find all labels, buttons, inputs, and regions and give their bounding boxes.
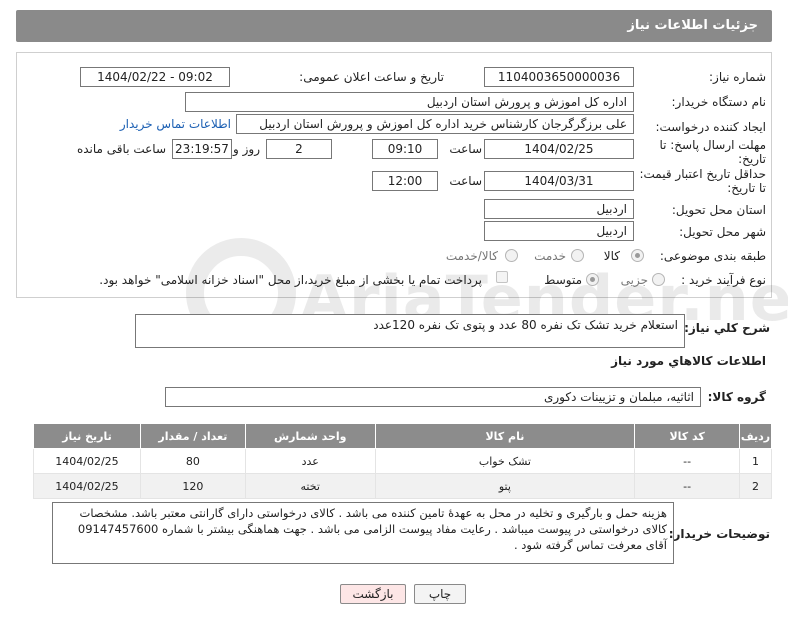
deadline-time-field: 09:10 (372, 139, 438, 159)
process-option-medium: متوسط (544, 273, 582, 287)
category-option-service: خدمت (534, 249, 566, 263)
process-radio-partial[interactable] (652, 273, 665, 286)
deadline-date-field: 1404/02/25 (484, 139, 634, 159)
goods-group-label: گروه کالا: (707, 390, 766, 404)
cell-goods-code: -- (634, 448, 741, 474)
page-title: جزئیات اطلاعات نیاز (627, 18, 758, 33)
process-radio-medium[interactable] (586, 273, 599, 286)
days-remaining-field: 2 (266, 139, 332, 159)
deadline-time-label: ساعت (449, 142, 482, 156)
need-number-field: 1104003650000036 (484, 67, 634, 87)
col-unit: واحد شمارش (244, 423, 376, 449)
need-number-label: شماره نیاز: (709, 70, 766, 84)
print-button[interactable]: چاپ (414, 584, 466, 604)
table-row: 1 -- تشک خواب عدد 80 1404/02/25 (33, 448, 772, 474)
province-label: استان محل تحویل: (671, 203, 766, 217)
col-goods-code: کد کالا (634, 423, 741, 449)
category-option-goods-service: کالا/خدمت (445, 249, 498, 263)
days-label: روز و (233, 142, 260, 156)
requester-field: علی برزگرگرجان کارشناس خرید اداره کل امو… (236, 114, 634, 134)
cell-quantity: 80 (139, 448, 246, 474)
description-text: استعلام خرید تشک تک نفره 80 عدد و پتوی ت… (373, 318, 678, 332)
process-type-label: نوع فرآیند خرید : (681, 273, 766, 287)
col-goods-name: نام کالا (374, 423, 636, 449)
back-button[interactable]: بازگشت (340, 584, 406, 604)
goods-section-title: اطلاعات کالاهاي مورد نياز (611, 354, 766, 368)
price-validity-label: حداقل تاریخ اعتبار قیمت: تا تاریخ: (639, 167, 766, 195)
category-radio-goods-service[interactable] (505, 249, 518, 262)
cell-need-date: 1404/02/25 (33, 473, 141, 499)
process-option-partial: جزیی (620, 273, 648, 287)
category-radio-service[interactable] (571, 249, 584, 262)
category-option-goods: کالا (603, 249, 620, 263)
city-label: شهر محل تحویل: (679, 225, 766, 239)
page-header: جزئیات اطلاعات نیاز (16, 10, 772, 42)
buyer-notes-field: هزینه حمل و بارگیری و تخلیه در محل به عه… (52, 502, 674, 564)
goods-group-field: اثاثیه، مبلمان و تزیینات دکوری (165, 387, 701, 407)
table-header-row: ردیف کد کالا نام کالا واحد شمارش تعداد /… (33, 423, 772, 449)
cell-unit: عدد (244, 448, 376, 474)
price-validity-date-field: 1404/03/31 (484, 171, 634, 191)
col-quantity: تعداد / مقدار (139, 423, 246, 449)
buyer-org-field: اداره کل اموزش و پرورش استان اردبیل (185, 92, 634, 112)
deadline-label: مهلت ارسال پاسخ: تا تاریخ: (659, 138, 766, 166)
table-row: 2 -- پتو تخته 120 1404/02/25 (33, 473, 772, 499)
description-field: استعلام خرید تشک تک نفره 80 عدد و پتوی ت… (135, 314, 685, 348)
description-label: شرح کلي نياز: (684, 321, 770, 335)
city-field: اردبیل (484, 221, 634, 241)
treasury-payment-checkbox[interactable] (496, 271, 508, 283)
cell-need-date: 1404/02/25 (33, 448, 141, 474)
buyer-org-label: نام دستگاه خریدار: (671, 95, 767, 109)
cell-row-number: 2 (739, 473, 772, 499)
treasury-payment-note: پرداخت تمام یا بخشی از مبلغ خرید،از محل … (99, 273, 482, 287)
buyer-notes-label: توضیحات خریدار: (668, 527, 770, 541)
col-row-number: ردیف (739, 423, 772, 449)
goods-table: ردیف کد کالا نام کالا واحد شمارش تعداد /… (33, 423, 772, 499)
announce-date-label: تاریخ و ساعت اعلان عمومی: (299, 70, 444, 84)
announce-date-field: 1404/02/22 - 09:02 (80, 67, 230, 87)
province-field: اردبیل (484, 199, 634, 219)
category-label: طبقه بندی موضوعی: (659, 249, 766, 263)
col-need-date: تاریخ نیاز (33, 423, 141, 449)
requester-label: ایجاد کننده درخواست: (655, 120, 766, 134)
price-validity-time-field: 12:00 (372, 171, 438, 191)
price-validity-time-label: ساعت (449, 174, 482, 188)
cell-unit: تخته (244, 473, 376, 499)
remaining-time-field: 23:19:57 (172, 139, 232, 159)
cell-goods-name: پتو (374, 473, 636, 499)
remaining-time-label: ساعت باقی مانده (76, 142, 166, 156)
buyer-contact-link[interactable]: اطلاعات تماس خریدار (120, 117, 231, 131)
cell-goods-name: تشک خواب (374, 448, 636, 474)
cell-quantity: 120 (139, 473, 246, 499)
cell-row-number: 1 (739, 448, 772, 474)
cell-goods-code: -- (634, 473, 741, 499)
category-radio-goods[interactable] (631, 249, 644, 262)
